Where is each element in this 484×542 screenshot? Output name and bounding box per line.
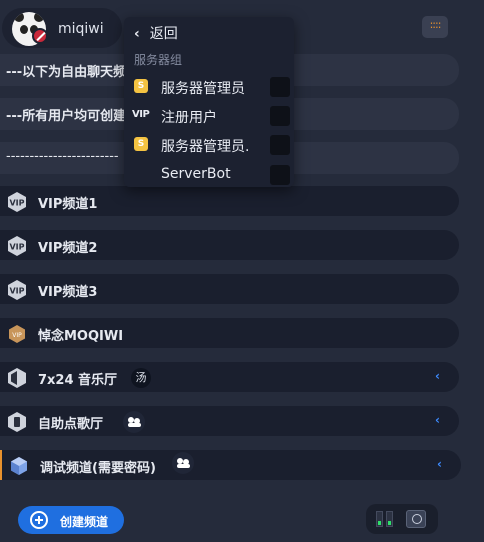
channel-song-room[interactable]: 自助点歌厅 ‹ [0, 406, 459, 436]
menu-item-label: 服务器管理员 [161, 81, 245, 97]
channel-label: VIP频道3 [38, 285, 98, 300]
menu-item-server-admin-2[interactable]: S 服务器管理员. [130, 132, 290, 158]
menu-checkbox[interactable] [270, 106, 290, 126]
menu-item-label: 注册用户 [161, 110, 217, 126]
channel-vip-3[interactable]: VIP VIP频道3 [0, 274, 459, 304]
audio-level-icon [376, 511, 383, 527]
channel-label: ------------------------ [6, 149, 119, 164]
server-admin-icon: S [134, 79, 148, 93]
channel-label: VIP频道1 [38, 197, 98, 212]
channel-label: ---以下为自由聊天频 [6, 65, 127, 80]
channel-badge: 汤 [131, 368, 151, 388]
username: miqiwi [58, 21, 104, 37]
channel-label: VIP频道2 [38, 241, 98, 256]
menu-item-registered-user[interactable]: VIP 注册用户 [130, 103, 290, 129]
vip-shield-icon: VIP [8, 280, 26, 300]
debug-cube-icon [11, 457, 27, 475]
menu-item-label: 服务器管理员. [161, 139, 250, 155]
channel-label: 自助点歌厅 [38, 417, 104, 432]
user-chip[interactable]: miqiwi [2, 8, 122, 48]
bottom-bar: 创建频道 [0, 492, 484, 542]
back-label: 返回 [149, 26, 178, 42]
chevron-left-icon: ‹ [134, 26, 140, 42]
mute-icon [32, 28, 48, 44]
svg-text:VIP: VIP [9, 199, 24, 208]
menu-checkbox[interactable] [270, 77, 290, 97]
audio-level-icon [386, 511, 393, 527]
music-hall-icon [8, 368, 26, 388]
channel-label: 悼念MOQIWI [38, 329, 124, 344]
server-group-menu: ‹ 返回 服务器组 S 服务器管理员 VIP 注册用户 S 服务器管理员. Ser… [124, 17, 294, 187]
svg-text:VIP: VIP [9, 243, 24, 252]
plus-circle-icon [30, 511, 48, 529]
create-channel-label: 创建频道 [60, 515, 109, 529]
channel-vip-2[interactable]: VIP VIP频道2 [0, 230, 459, 260]
gold-hex-icon: VIP [9, 325, 25, 343]
channel-label: 调试频道(需要密码) [40, 461, 156, 476]
song-room-icon [8, 412, 26, 432]
menu-item-label: ServerBot [161, 166, 231, 182]
channel-debug[interactable]: 调试频道(需要密码) ‹ [0, 450, 461, 480]
svg-text:VIP: VIP [12, 332, 22, 339]
chevron-left-icon[interactable]: ‹ [435, 414, 445, 426]
menu-item-serverbot[interactable]: ServerBot [130, 162, 290, 188]
server-admin-icon: S [134, 137, 148, 151]
user-group-icon [123, 411, 145, 433]
chevron-left-icon[interactable]: ‹ [437, 458, 447, 470]
chevron-left-icon[interactable]: ‹ [435, 370, 445, 382]
menu-checkbox[interactable] [270, 135, 290, 155]
back-button[interactable]: ‹ 返回 [134, 23, 178, 43]
channel-music-hall[interactable]: 7x24 音乐厅 汤 ‹ [0, 362, 459, 392]
vip-shield-icon: VIP [8, 236, 26, 256]
channel-label: 7x24 音乐厅 [38, 373, 118, 388]
channel-memorial[interactable]: VIP 悼念MOQIWI [0, 318, 459, 348]
channel-vip-1[interactable]: VIP VIP频道1 [0, 186, 459, 216]
menu-group-label: 服务器组 [134, 53, 183, 67]
menu-checkbox[interactable] [270, 165, 290, 185]
create-channel-button[interactable]: 创建频道 [18, 506, 124, 534]
channel-label: ---所有用户均可创建 [6, 109, 127, 124]
more-options-button[interactable]: :::: [422, 16, 448, 38]
vip-icon: VIP [132, 109, 150, 120]
vip-shield-icon: VIP [8, 192, 26, 212]
disk-icon[interactable] [406, 510, 426, 528]
user-group-icon [172, 452, 194, 474]
svg-text:VIP: VIP [9, 287, 24, 296]
status-tray [366, 504, 438, 534]
menu-item-server-admin[interactable]: S 服务器管理员 [130, 74, 290, 100]
